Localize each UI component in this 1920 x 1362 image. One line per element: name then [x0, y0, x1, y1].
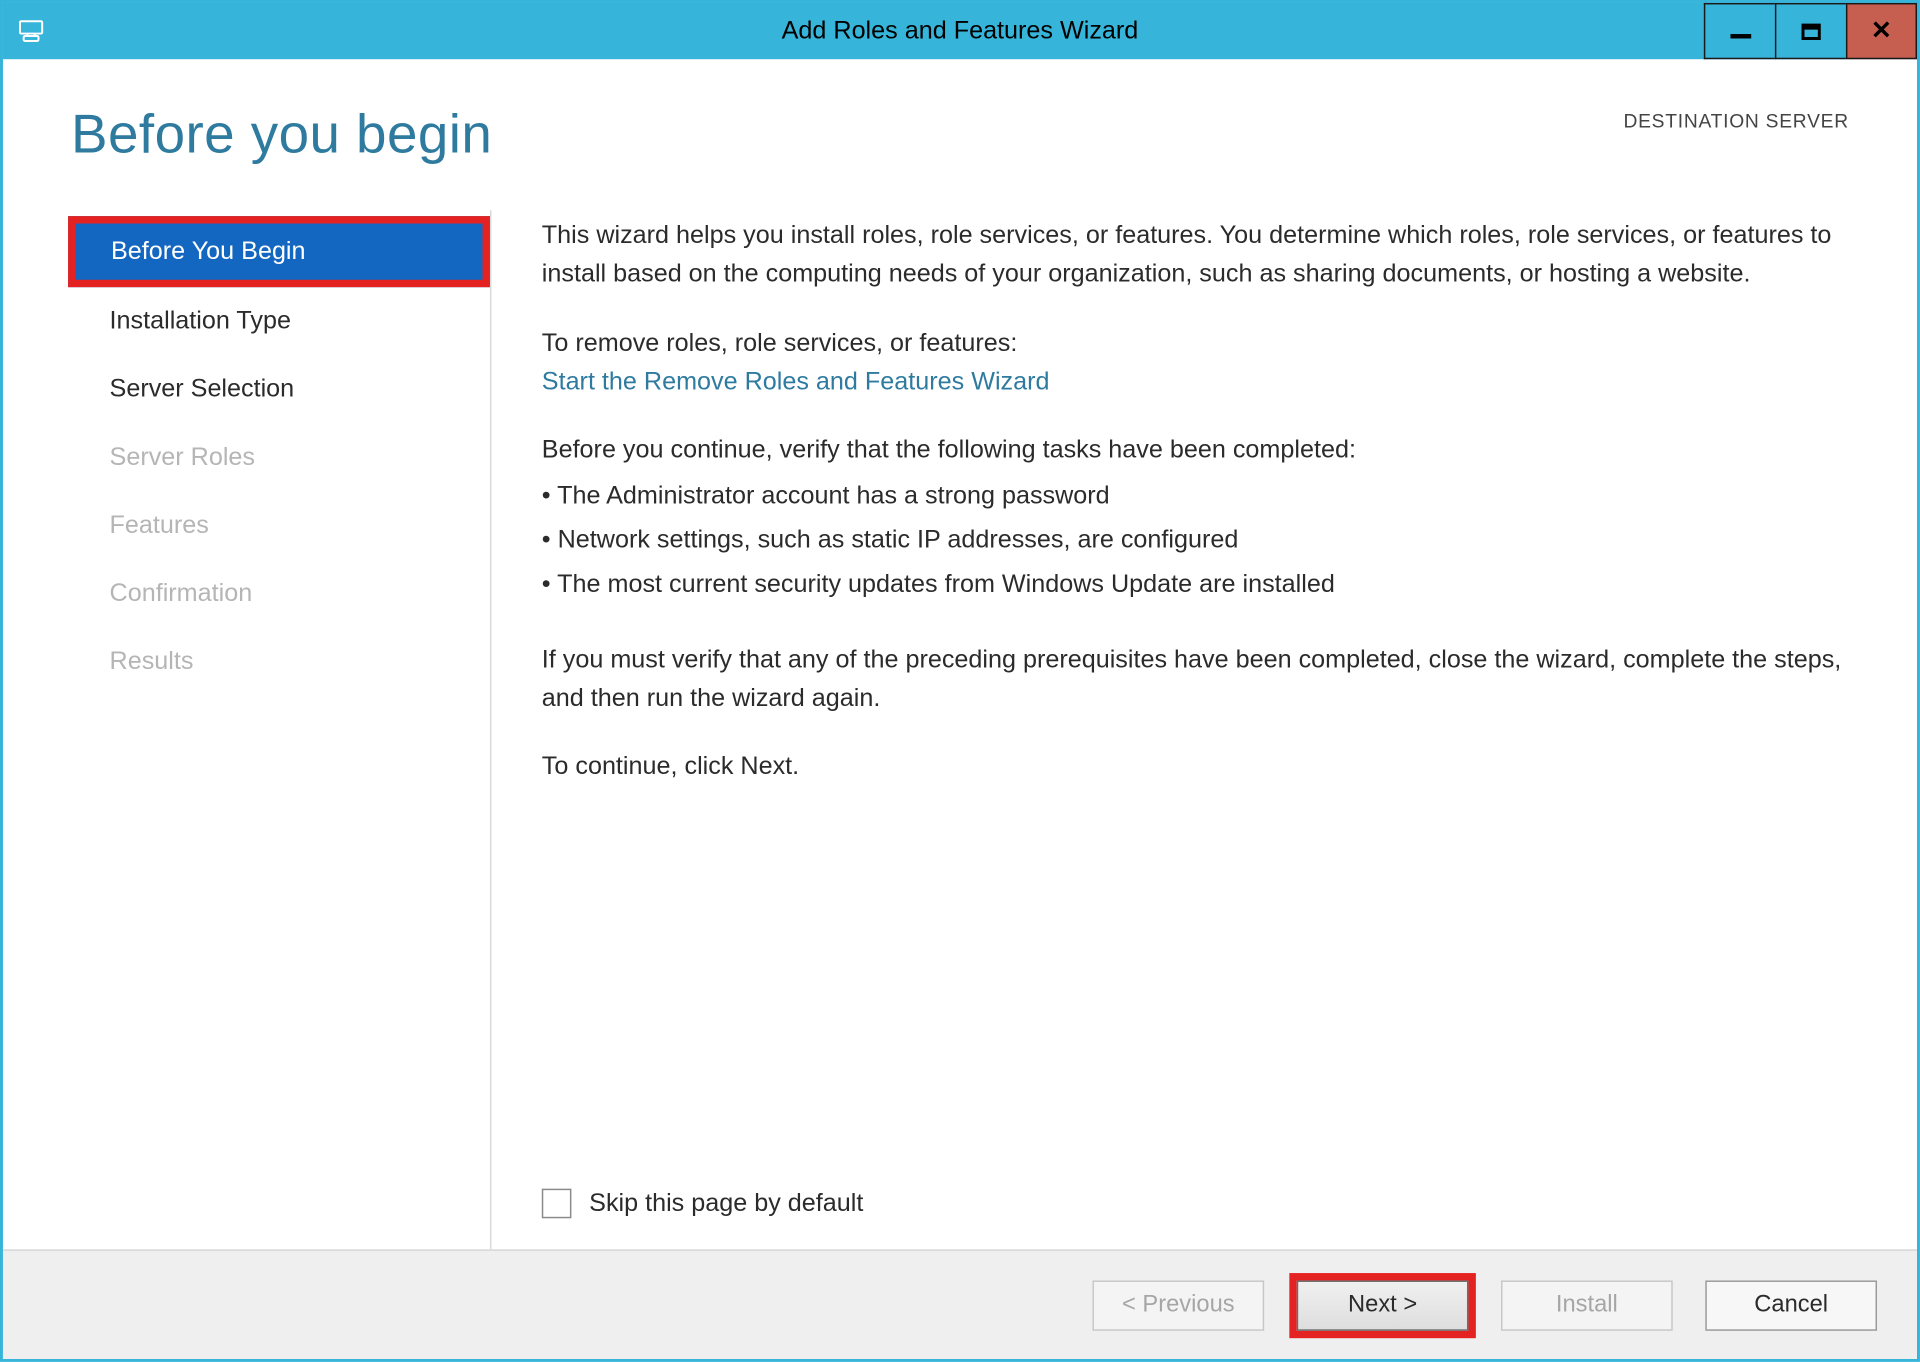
- list-item: The most current security updates from W…: [542, 566, 1849, 605]
- skip-checkbox[interactable]: [542, 1188, 572, 1218]
- maximize-icon: [1802, 23, 1821, 39]
- content: This wizard helps you install roles, rol…: [497, 210, 1887, 1249]
- sidebar-item-label: Features: [110, 511, 209, 539]
- header: Before you begin DESTINATION SERVER: [3, 59, 1917, 180]
- skip-row: Skip this page by default: [542, 1184, 1849, 1250]
- close-button[interactable]: ✕: [1846, 3, 1917, 59]
- destination-label: DESTINATION SERVER: [1623, 110, 1848, 132]
- maximize-button[interactable]: [1775, 3, 1846, 59]
- sidebar-item-installation-type[interactable]: Installation Type: [68, 287, 490, 355]
- intro-text: This wizard helps you install roles, rol…: [542, 216, 1849, 294]
- server-manager-icon: [15, 15, 48, 48]
- wizard-window: Add Roles and Features Wizard ✕ Before y…: [0, 0, 1920, 1362]
- continue-note: To continue, click Next.: [542, 748, 1849, 787]
- sidebar-item-results: Results: [68, 628, 490, 696]
- close-note: If you must verify that any of the prece…: [542, 641, 1849, 719]
- list-item: Network settings, such as static IP addr…: [542, 521, 1849, 560]
- verify-prompt: Before you continue, verify that the fol…: [542, 431, 1849, 470]
- window-controls: ✕: [1704, 3, 1917, 59]
- sidebar-item-label: Before You Begin: [111, 237, 306, 265]
- cancel-button[interactable]: Cancel: [1705, 1280, 1877, 1330]
- sidebar-item-features: Features: [68, 491, 490, 559]
- destination-server: DESTINATION SERVER: [1623, 104, 1848, 135]
- remove-wizard-link[interactable]: Start the Remove Roles and Features Wiza…: [542, 367, 1050, 395]
- list-item: The Administrator account has a strong p…: [542, 476, 1849, 515]
- footer: < Previous Next > Install Cancel: [3, 1249, 1917, 1359]
- prerequisite-list: The Administrator account has a strong p…: [542, 476, 1849, 611]
- sidebar-item-before-you-begin[interactable]: Before You Begin: [68, 216, 490, 287]
- skip-label: Skip this page by default: [589, 1184, 863, 1223]
- sidebar-item-server-selection[interactable]: Server Selection: [68, 355, 490, 423]
- previous-button: < Previous: [1092, 1280, 1264, 1330]
- remove-prompt: To remove roles, role services, or featu…: [542, 324, 1849, 363]
- sidebar: Before You Begin Installation Type Serve…: [68, 210, 490, 1249]
- body: Before You Begin Installation Type Serve…: [3, 181, 1917, 1250]
- sidebar-item-server-roles: Server Roles: [68, 423, 490, 491]
- titlebar: Add Roles and Features Wizard ✕: [3, 3, 1917, 59]
- divider: [490, 210, 491, 1249]
- minimize-icon: [1730, 33, 1751, 37]
- sidebar-item-label: Server Roles: [110, 443, 255, 471]
- page-title: Before you begin: [71, 104, 492, 166]
- window-title: Add Roles and Features Wizard: [3, 16, 1917, 46]
- sidebar-item-confirmation: Confirmation: [68, 560, 490, 628]
- next-button[interactable]: Next >: [1297, 1280, 1469, 1330]
- sidebar-item-label: Results: [110, 647, 194, 675]
- sidebar-item-label: Confirmation: [110, 579, 253, 607]
- minimize-button[interactable]: [1704, 3, 1775, 59]
- sidebar-item-label: Server Selection: [110, 375, 295, 403]
- close-icon: ✕: [1871, 16, 1892, 46]
- sidebar-item-label: Installation Type: [110, 306, 291, 334]
- install-button: Install: [1501, 1280, 1673, 1330]
